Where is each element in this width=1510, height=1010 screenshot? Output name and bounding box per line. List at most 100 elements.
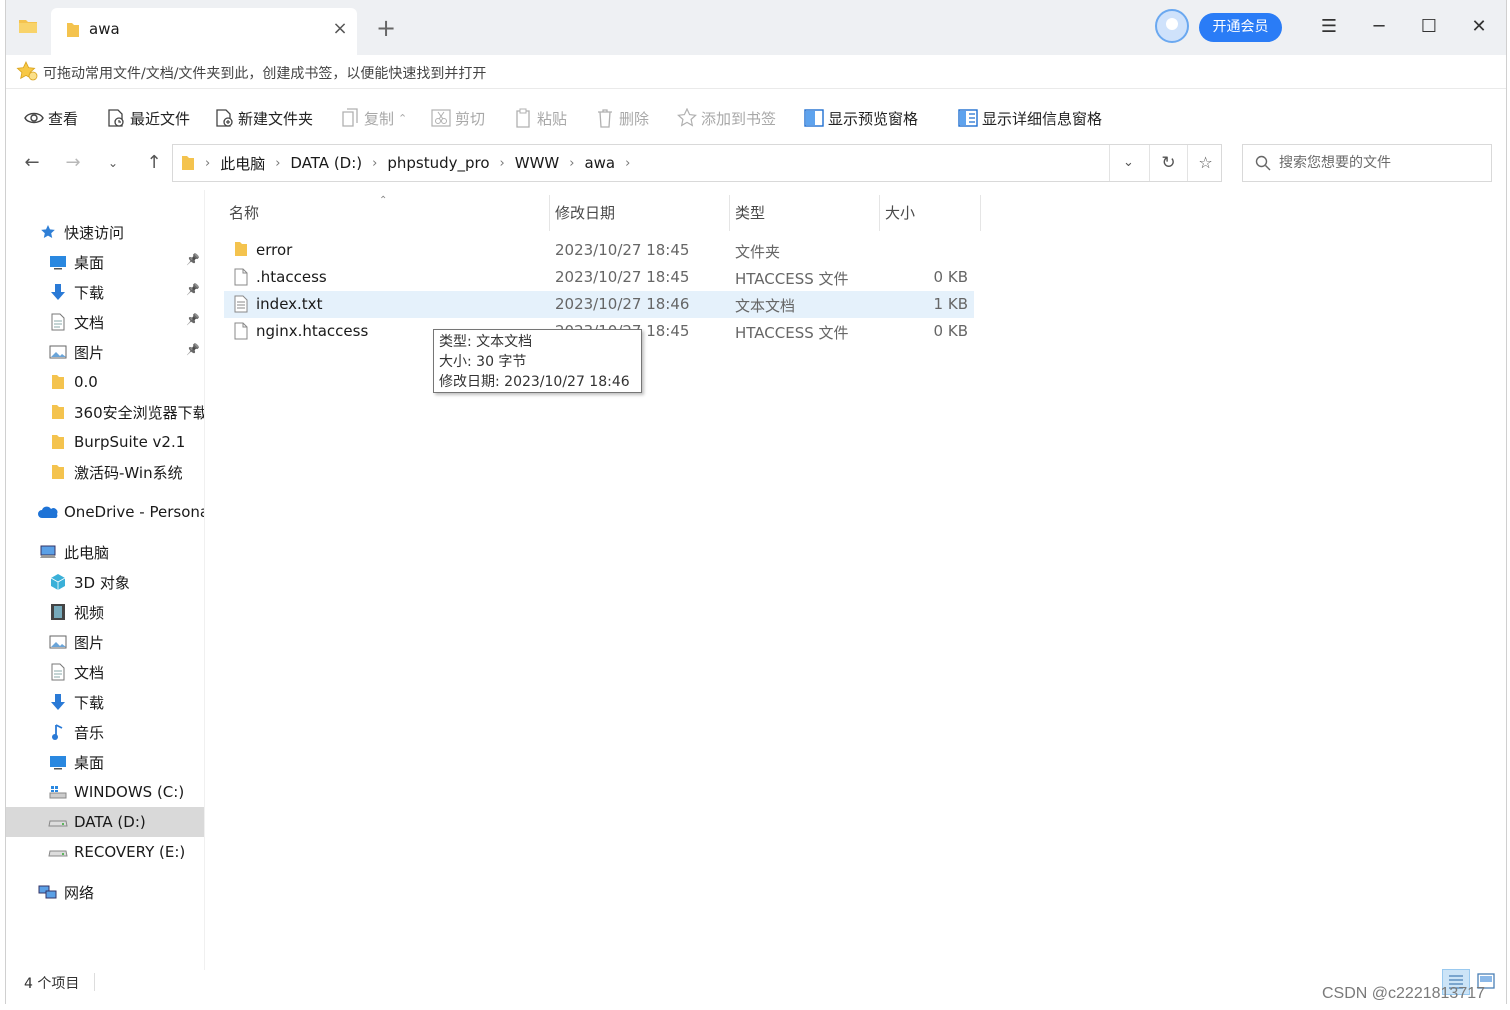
- sidebar-item-桌面[interactable]: 桌面 📌: [6, 247, 204, 277]
- new-tab-button[interactable]: +: [374, 14, 398, 42]
- add-bookmark-button[interactable]: 添加到书签: [677, 106, 776, 130]
- close-tab-icon[interactable]: ×: [329, 18, 351, 39]
- tab-awa[interactable]: awa ×: [51, 8, 357, 55]
- breadcrumb-awa[interactable]: awa: [584, 154, 615, 172]
- tooltip-size: 大小: 30 字节: [439, 354, 527, 370]
- file-size: 0 KB: [933, 322, 968, 340]
- tab-title: awa: [89, 20, 120, 38]
- sidebar-item-label: 此电脑: [64, 543, 110, 562]
- column-name[interactable]: 名称: [229, 195, 549, 231]
- table-row[interactable]: error 2023/10/27 18:45 文件夹: [224, 237, 974, 264]
- address-bar[interactable]: › 此电脑 › DATA (D:) › phpstudy_pro › WWW ›…: [172, 144, 1222, 182]
- up-arrow-icon[interactable]: ↑: [141, 150, 167, 176]
- sidebar-item-recovery-e[interactable]: RECOVERY (E:): [6, 837, 204, 867]
- forward-arrow-icon[interactable]: →: [60, 150, 86, 176]
- sidebar-item-此电脑[interactable]: 此电脑: [6, 537, 204, 567]
- details-pane-button[interactable]: 显示详细信息窗格: [958, 106, 1102, 130]
- table-row[interactable]: .htaccess 2023/10/27 18:45 HTACCESS 文件 0 KB: [224, 264, 974, 291]
- sidebar-item-快速访问[interactable]: 快速访问: [6, 217, 204, 247]
- details-pane-label: 显示详细信息窗格: [982, 109, 1103, 128]
- bookmark-location-icon[interactable]: ☆: [1187, 145, 1223, 181]
- minimize-button[interactable]: ─: [1364, 12, 1394, 42]
- back-arrow-icon[interactable]: ←: [19, 150, 45, 176]
- pin-icon[interactable]: 📌: [186, 283, 200, 296]
- column-divider[interactable]: [729, 195, 730, 231]
- column-type[interactable]: 类型: [735, 195, 880, 231]
- column-date-label: 修改日期: [555, 204, 616, 222]
- new-folder-button[interactable]: 新建文件夹: [214, 106, 313, 130]
- 3d-objects-icon: [48, 573, 68, 591]
- sidebar-item-下载[interactable]: 下载: [6, 687, 204, 717]
- sidebar-item-0-0[interactable]: 0.0: [6, 367, 204, 397]
- sidebar-item-360安全浏览器下载[interactable]: 360安全浏览器下载: [6, 397, 204, 427]
- preview-pane-button[interactable]: 显示预览窗格: [804, 106, 918, 130]
- sidebar-item-windows-c[interactable]: WINDOWS (C:): [6, 777, 204, 807]
- search-box[interactable]: [1242, 144, 1492, 182]
- drive-icon: [48, 843, 68, 861]
- menu-icon[interactable]: ☰: [1314, 12, 1344, 42]
- file-date: 2023/10/27 18:46: [555, 295, 690, 313]
- delete-label: 删除: [619, 109, 650, 128]
- sidebar-item-burpsuite-v2-1[interactable]: BurpSuite v2.1: [6, 427, 204, 457]
- paste-icon: [513, 108, 533, 128]
- sidebar-item-onedrive-persona[interactable]: OneDrive - Persona: [6, 497, 204, 527]
- breadcrumb-www[interactable]: WWW: [515, 154, 560, 172]
- sidebar-item-文档[interactable]: 文档: [6, 657, 204, 687]
- recent-locations-chevron-icon[interactable]: ⌄: [100, 150, 126, 176]
- cut-button[interactable]: 剪切: [431, 106, 485, 130]
- paste-button[interactable]: 粘贴: [513, 106, 567, 130]
- sidebar-item-视频[interactable]: 视频: [6, 597, 204, 627]
- item-count: 4 个项目: [24, 976, 80, 992]
- sidebar-item-音乐[interactable]: 音乐: [6, 717, 204, 747]
- pin-icon[interactable]: 📌: [186, 313, 200, 326]
- sidebar-item-激活码-win系统[interactable]: 激活码-Win系统: [6, 457, 204, 487]
- avatar[interactable]: [1155, 9, 1189, 43]
- file-type: HTACCESS 文件: [735, 324, 849, 342]
- column-size[interactable]: 大小: [885, 195, 980, 231]
- vip-button[interactable]: 开通会员: [1199, 13, 1282, 42]
- sidebar-item-文档[interactable]: 文档 📌: [6, 307, 204, 337]
- refresh-icon[interactable]: ↻: [1149, 145, 1187, 181]
- copy-button[interactable]: 复制 ⌃: [340, 106, 407, 130]
- star-outline-icon: [677, 108, 697, 128]
- column-date[interactable]: 修改日期: [555, 195, 730, 231]
- pane-divider[interactable]: [204, 190, 205, 970]
- column-size-label: 大小: [885, 204, 916, 222]
- search-input[interactable]: [1279, 151, 1479, 175]
- chevron-right-icon[interactable]: ›: [372, 156, 377, 171]
- desktop-icon: [48, 753, 68, 771]
- column-divider[interactable]: [980, 195, 981, 231]
- sidebar-item-label: 下载: [74, 283, 105, 302]
- maximize-button[interactable]: ☐: [1414, 12, 1444, 42]
- chevron-right-icon[interactable]: ›: [500, 156, 505, 171]
- sidebar-item-图片[interactable]: 图片: [6, 627, 204, 657]
- column-divider[interactable]: [549, 195, 550, 231]
- column-divider[interactable]: [879, 195, 880, 231]
- chevron-right-icon[interactable]: ›: [569, 156, 574, 171]
- breadcrumb-phpstudy-pro[interactable]: phpstudy_pro: [387, 154, 489, 172]
- breadcrumb-data-drive[interactable]: DATA (D:): [290, 154, 362, 172]
- sidebar-item-3d-对象[interactable]: 3D 对象: [6, 567, 204, 597]
- breadcrumb-this-pc[interactable]: 此电脑: [220, 153, 265, 174]
- delete-button[interactable]: 删除: [595, 106, 649, 130]
- sidebar-item-网络[interactable]: 网络: [6, 877, 204, 907]
- folder-icon: [48, 373, 68, 391]
- sidebar-item-图片[interactable]: 图片 📌: [6, 337, 204, 367]
- pin-icon[interactable]: 📌: [186, 343, 200, 356]
- table-row[interactable]: index.txt 2023/10/27 18:46 文本文档 1 KB: [224, 291, 974, 318]
- chevron-right-icon[interactable]: ›: [625, 156, 630, 171]
- chevron-right-icon: ›: [205, 155, 211, 171]
- sidebar-item-桌面[interactable]: 桌面: [6, 747, 204, 777]
- chevron-right-icon[interactable]: ›: [275, 156, 280, 171]
- recent-files-button[interactable]: 最近文件: [106, 106, 190, 130]
- pin-icon[interactable]: 📌: [186, 253, 200, 266]
- address-dropdown-icon[interactable]: ⌄: [1109, 145, 1147, 181]
- sidebar-item-label: 文档: [74, 313, 105, 332]
- sidebar-item-label: 音乐: [74, 723, 105, 742]
- sidebar-item-下载[interactable]: 下载 📌: [6, 277, 204, 307]
- close-window-button[interactable]: ✕: [1464, 12, 1494, 42]
- video-icon: [48, 603, 68, 621]
- sidebar-item-data-d[interactable]: DATA (D:): [6, 807, 204, 837]
- sidebar-item-label: 下载: [74, 693, 105, 712]
- view-button[interactable]: 查看: [24, 106, 78, 130]
